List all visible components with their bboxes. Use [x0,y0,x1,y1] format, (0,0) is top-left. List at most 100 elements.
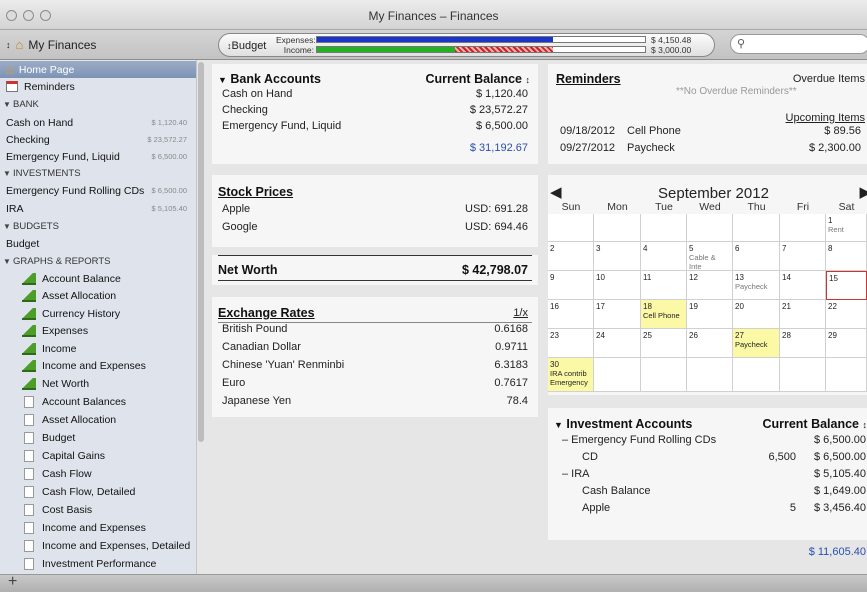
calendar-day-cell[interactable]: 25 [641,329,687,358]
calendar-day-cell[interactable] [826,358,867,392]
calendar-day-cell[interactable]: 22 [826,300,867,329]
stock-name[interactable]: Google [222,221,257,233]
bank-account-name[interactable]: Checking [222,104,268,116]
sidebar-item-investment-performance[interactable]: Investment Performance [0,555,196,572]
upcoming-items-label[interactable]: Upcoming Items [786,112,865,124]
sidebar-item-ira[interactable]: IRA $ 5,105.40 [0,200,196,217]
sidebar-item-emergency-fund-liquid[interactable]: Emergency Fund, Liquid $ 6,500.00 [0,148,196,165]
exchange-rates-title[interactable]: Exchange Rates [218,306,315,320]
calendar-event[interactable]: Cable & Inte [689,253,730,270]
calendar-event[interactable]: Paycheck [735,282,777,291]
sidebar-item-income-and-expenses[interactable]: Income and Expenses [0,519,196,536]
calendar-day-cell[interactable]: 30 IRA contrib Emergency [548,358,594,392]
calendar-day-cell[interactable] [594,214,641,242]
sidebar-item-cash-flow[interactable]: Cash Flow [0,465,196,482]
calendar-day-cell[interactable]: 29 [826,329,867,358]
investment-account-name[interactable]: CD [582,451,598,463]
calendar-day-cell[interactable]: 16 [548,300,594,329]
calendar-day-cell[interactable]: 21 [780,300,826,329]
add-account-button[interactable]: + [8,573,17,591]
sidebar-item-expenses[interactable]: Expenses [0,322,196,339]
calendar-day-cell[interactable] [641,358,687,392]
calendar-day-cell[interactable] [780,358,826,392]
sidebar-item-bank[interactable]: ▼ BANK [0,96,196,113]
bank-account-name[interactable]: Cash on Hand [222,88,292,100]
disclosure-triangle-icon[interactable]: ▼ [3,169,13,178]
sidebar-item-net-worth[interactable]: Net Worth [0,375,196,392]
sidebar-item-capital-gains[interactable]: Capital Gains [0,447,196,464]
sidebar-item-investments[interactable]: ▼ INVESTMENTS [0,165,196,182]
sidebar-item-cash-flow-detailed[interactable]: Cash Flow, Detailed [0,483,196,500]
stock-name[interactable]: Apple [222,203,250,215]
calendar-day-cell[interactable]: 9 [548,271,594,300]
sidebar-item-home-page[interactable]: ⌂ Home Page [0,61,196,78]
sidebar-item-emergency-fund-rolling-cds[interactable]: Emergency Fund Rolling CDs $ 6,500.00 [0,182,196,199]
calendar-day-cell[interactable] [687,358,733,392]
disclosure-triangle-icon[interactable]: ▼ [3,257,13,266]
calendar-day-cell[interactable]: 6 [733,242,780,271]
calendar-day-cell[interactable] [780,214,826,242]
calendar-day-cell[interactable]: 17 [594,300,641,329]
calendar-day-cell[interactable]: 12 [687,271,733,300]
account-switcher[interactable]: ↕ ⌂ My Finances [6,37,96,52]
exchange-rates-invert-toggle[interactable]: 1/x [513,307,528,319]
net-worth-title[interactable]: Net Worth [218,263,278,277]
sidebar-item-income-and-expenses-detailed[interactable]: Income and Expenses, Detailed [0,537,196,554]
stock-prices-title[interactable]: Stock Prices [218,185,293,199]
investment-account-name[interactable]: – Emergency Fund Rolling CDs [562,434,716,446]
sidebar-item-reminders[interactable]: Reminders [0,78,196,95]
sidebar-item-income-and-expenses[interactable]: Income and Expenses [0,357,196,374]
sidebar-item-budgets[interactable]: ▼ BUDGETS [0,218,196,235]
calendar-day-cell[interactable] [733,214,780,242]
calendar-day-cell[interactable]: 13 Paycheck [733,271,780,300]
investment-account-name[interactable]: Apple [582,502,610,514]
investment-balance-column-header[interactable]: Current Balance ↕ [762,417,867,431]
disclosure-triangle-icon[interactable]: ▼ [3,222,13,231]
sidebar-item-account-balance[interactable]: Account Balance [0,270,196,287]
previous-month-button[interactable]: ◀ [550,183,562,201]
bank-account-name[interactable]: Emergency Fund, Liquid [222,120,341,132]
calendar-day-cell[interactable] [733,358,780,392]
calendar-day-cell[interactable] [594,358,641,392]
sidebar-item-budget[interactable]: Budget [0,429,196,446]
calendar-day-cell[interactable] [641,214,687,242]
investment-account-name[interactable]: – IRA [562,468,590,480]
sidebar-item-budget[interactable]: Budget [0,235,196,252]
sidebar-item-checking[interactable]: Checking $ 23,572.27 [0,131,196,148]
sidebar-item-graphs-reports[interactable]: ▼ GRAPHS & REPORTS [0,253,196,270]
calendar-day-cell[interactable]: 8 [826,242,867,271]
calendar-day-cell[interactable]: 18 Cell Phone [641,300,687,329]
calendar-event[interactable]: Cell Phone [643,311,684,320]
calendar-event[interactable]: IRA contrib Emergency [550,369,591,387]
calendar-day-cell[interactable]: 26 [687,329,733,358]
calendar-event[interactable]: Rent [828,225,864,234]
calendar-day-cell[interactable]: 10 [594,271,641,300]
calendar-day-cell[interactable]: 2 [548,242,594,271]
sidebar-scrollbar[interactable] [196,60,205,574]
calendar-day-cell[interactable]: 20 [733,300,780,329]
calendar-day-cell[interactable]: 11 [641,271,687,300]
next-month-button[interactable]: ▶ [859,183,867,201]
sidebar-item-cash-on-hand[interactable]: Cash on Hand $ 1,120.40 [0,114,196,131]
calendar-day-cell[interactable]: 14 [780,271,826,300]
bank-accounts-title[interactable]: ▼ Bank Accounts [218,72,321,86]
calendar-day-cell[interactable] [548,214,594,242]
calendar-event[interactable]: Paycheck [735,340,777,349]
calendar-day-cell[interactable]: 23 [548,329,594,358]
calendar-day-cell[interactable]: 15 [826,271,867,300]
sidebar-scroll-thumb[interactable] [198,62,204,442]
calendar-day-cell[interactable]: 5 Cable & Inte [687,242,733,271]
calendar-day-cell[interactable]: 3 [594,242,641,271]
calendar-day-cell[interactable]: 1 Rent [826,214,867,242]
calendar-day-cell[interactable]: 19 [687,300,733,329]
budget-button[interactable]: ↕Budget [227,40,266,52]
calendar-day-cell[interactable]: 7 [780,242,826,271]
calendar-day-cell[interactable]: 27 Paycheck [733,329,780,358]
sidebar-item-account-balances[interactable]: Account Balances [0,393,196,410]
calendar-day-cell[interactable]: 24 [594,329,641,358]
investment-accounts-title[interactable]: ▼ Investment Accounts [554,417,692,431]
reminder-name[interactable]: Paycheck [627,142,675,154]
search-input[interactable] [751,37,861,49]
calendar-day-cell[interactable] [687,214,733,242]
reminder-name[interactable]: Cell Phone [627,125,681,137]
